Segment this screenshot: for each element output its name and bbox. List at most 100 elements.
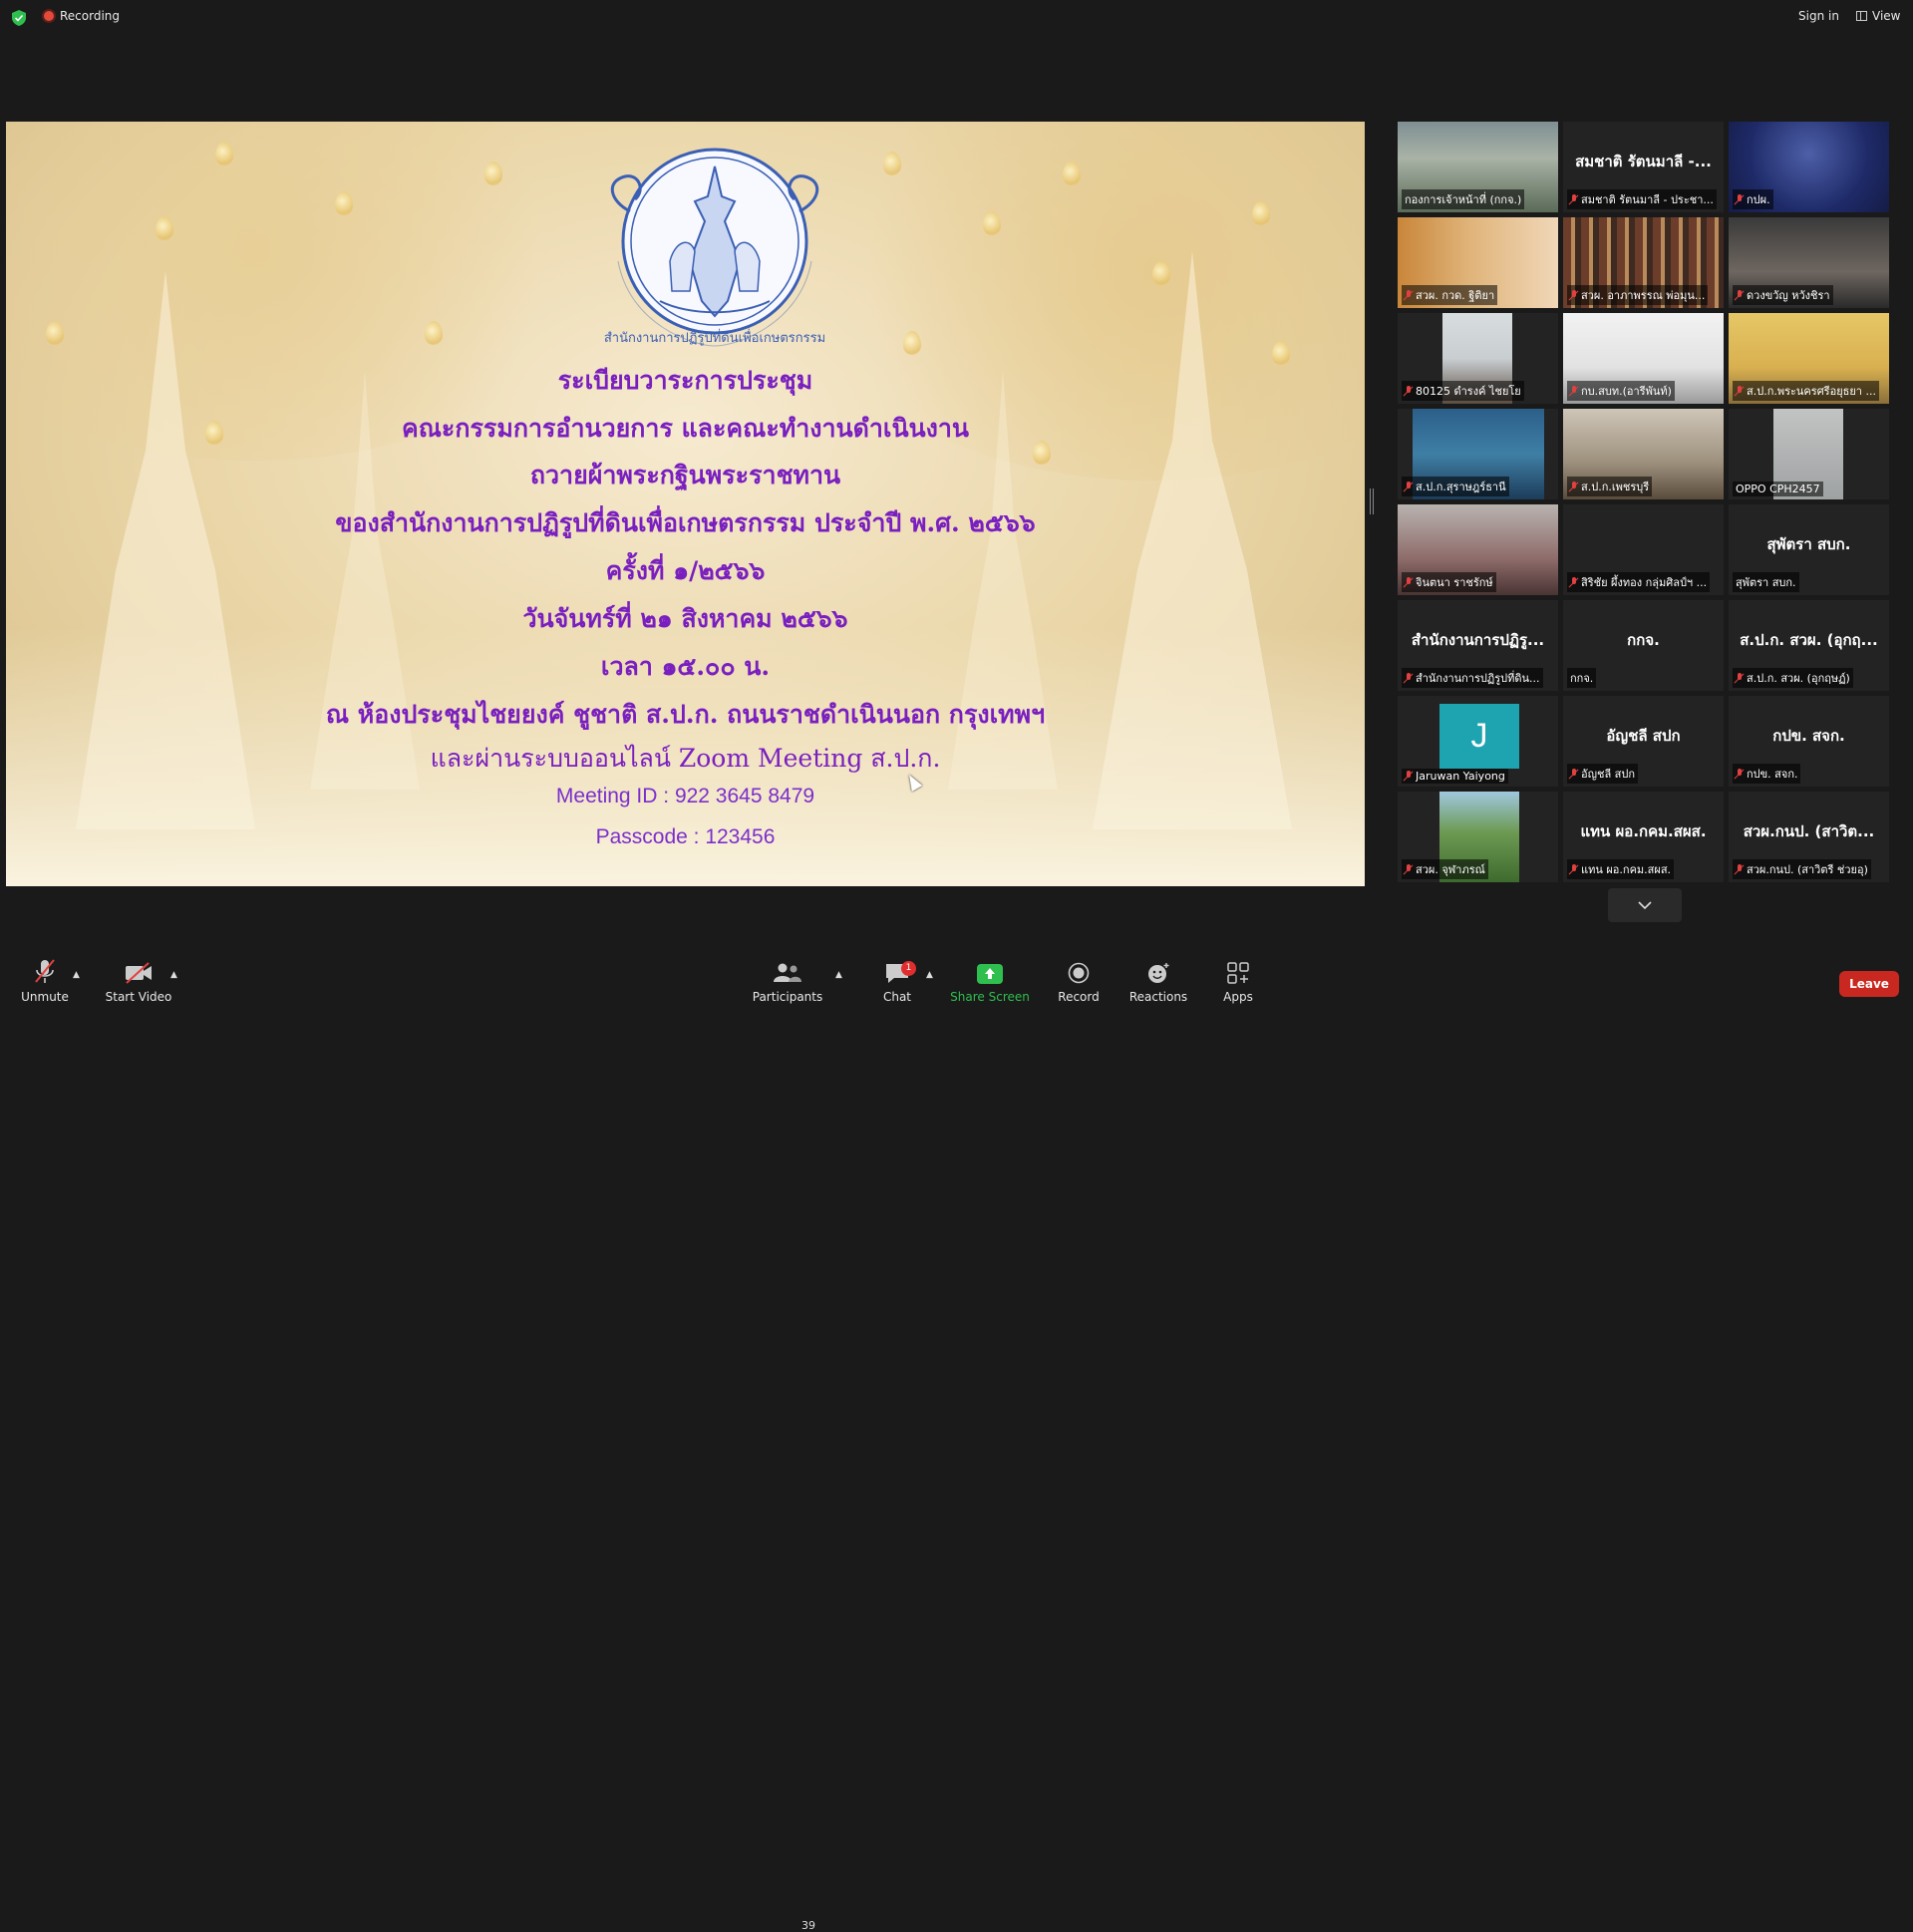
participant-tile[interactable]: แทน ผอ.กคม.สผส. แทน ผอ.กคม.สผส.	[1563, 792, 1724, 882]
audio-options-caret-icon[interactable]: ▲	[73, 970, 80, 980]
participant-name-label: กกจ.	[1567, 668, 1597, 688]
participant-name-label: ดวงขวัญ หวังชิรา	[1733, 285, 1833, 305]
meeting-toolbar: Unmute ▲ Start Video ▲ Participants 39 ▲…	[0, 952, 1913, 1932]
slide-time: เวลา ๑๕.๐๐ น.	[600, 652, 771, 681]
gold-petal-decoration	[903, 331, 921, 355]
security-shield-icon[interactable]	[12, 10, 26, 26]
participant-name: สวผ. จุฬาภรณ์	[1416, 863, 1485, 876]
participant-tile[interactable]: สำนักงานการปฏิรู... สำนักงานการปฏิรูปที่ด…	[1398, 600, 1558, 691]
slide-line: ถวายผ้าพระกฐินพระราชทาน	[529, 461, 841, 489]
start-video-button[interactable]: Start Video	[104, 952, 173, 1012]
participant-display-name: อัญชลี สปก	[1606, 727, 1681, 745]
participant-name: กองการเจ้าหน้าที่ (กกจ.)	[1405, 193, 1522, 206]
participant-name-label: กบ.สบท.(อารีพันท์)	[1567, 381, 1675, 401]
gold-petal-decoration	[335, 191, 353, 215]
participant-tile[interactable]: สวผ. อาภาพรรณ พ่อมุน...	[1563, 217, 1724, 308]
participant-name-label: สวผ. จุฬาภรณ์	[1402, 859, 1488, 879]
participant-name-label: ส.ป.ก.สุราษฎร์ธานี	[1402, 477, 1509, 496]
participant-name: กบ.สบท.(อารีพันท์)	[1581, 385, 1672, 398]
share-screen-button[interactable]: Share Screen	[950, 952, 1030, 1012]
participant-name: สำนักงานการปฏิรูปที่ดิน...	[1416, 672, 1540, 685]
slide-line: ของสำนักงานการปฏิรูปที่ดินเพื่อเกษตรกรรม…	[335, 508, 1036, 537]
record-button[interactable]: Record	[1058, 952, 1100, 1012]
participant-tile[interactable]: J Jaruwan Yaiyong	[1398, 696, 1558, 787]
participant-tile[interactable]: อัญชลี สปก อัญชลี สปก	[1563, 696, 1724, 787]
alro-seal-logo	[611, 148, 818, 347]
participant-tile[interactable]: ส.ป.ก.สุราษฎร์ธานี	[1398, 409, 1558, 499]
participant-tile[interactable]: จินตนา ราชรักษ์	[1398, 504, 1558, 595]
participant-name-label: 80125 ดำรงค์ ไชยโย	[1402, 381, 1524, 401]
recording-indicator[interactable]: Recording	[44, 9, 120, 23]
participants-label: Participants	[752, 990, 823, 1004]
gold-petal-decoration	[425, 321, 443, 345]
participant-tile[interactable]: ส.ป.ก.เพชรบุรี	[1563, 409, 1724, 499]
participant-tile[interactable]: ส.ป.ก. สวผ. (อุกฤ... ส.ป.ก. สวผ. (อุกฤษฏ์…	[1729, 600, 1889, 691]
mic-muted-icon	[1736, 193, 1744, 205]
participant-name: ส.ป.ก.สุราษฎร์ธานี	[1416, 481, 1506, 493]
participant-tile[interactable]: กบ.สบท.(อารีพันท์)	[1563, 313, 1724, 404]
participant-name: ส.ป.ก.เพชรบุรี	[1581, 481, 1650, 493]
mic-muted-icon	[1405, 289, 1413, 301]
participant-tile[interactable]: กปข. สจก. กปข. สจก.	[1729, 696, 1889, 787]
participant-display-name: สำนักงานการปฏิรู...	[1411, 631, 1545, 649]
participant-tile[interactable]: ดวงขวัญ หวังชิรา	[1729, 217, 1889, 308]
participants-options-caret-icon[interactable]: ▲	[835, 970, 842, 980]
top-bar: Recording Sign in View	[0, 0, 1913, 36]
participant-name-label: ส.ป.ก. สวผ. (อุกฤษฏ์)	[1733, 668, 1853, 688]
chevron-down-icon	[1638, 901, 1652, 909]
participant-name-label: สวผ.กนป. (สาวิตรี ช่วยอุ)	[1733, 859, 1871, 879]
participant-tile[interactable]: OPPO CPH2457	[1729, 409, 1889, 499]
participant-tile[interactable]: สิริชัย ผึ้งทอง กลุ่มศิลป์ฯ ...	[1563, 504, 1724, 595]
mic-muted-icon	[1570, 576, 1578, 588]
participant-name: 80125 ดำรงค์ ไชยโย	[1416, 385, 1521, 398]
slide-line: ครั้งที่ ๑/๒๕๖๖	[605, 556, 766, 585]
sign-in-link[interactable]: Sign in	[1798, 9, 1839, 23]
slide-line: คณะกรรมการอำนวยการ และคณะทำงานดำเนินงาน	[402, 414, 969, 443]
unmute-button[interactable]: Unmute	[20, 952, 70, 1012]
participant-name-label: สุพัตรา สบก.	[1733, 572, 1799, 592]
participant-tile[interactable]: ส.ป.ก.พระนครศรีอยุธยา ...	[1729, 313, 1889, 404]
chat-options-caret-icon[interactable]: ▲	[926, 970, 933, 980]
gold-petal-decoration	[1152, 261, 1170, 285]
participant-display-name: กกจ.	[1627, 631, 1660, 649]
record-label: Record	[1058, 990, 1100, 1004]
reactions-button[interactable]: Reactions	[1129, 952, 1187, 1012]
panel-resize-handle[interactable]	[1370, 488, 1374, 514]
participant-name-label: ส.ป.ก.เพชรบุรี	[1567, 477, 1653, 496]
participant-tile[interactable]: 80125 ดำรงค์ ไชยโย	[1398, 313, 1558, 404]
participant-name: สวผ. กวด. ฐิติยา	[1416, 289, 1495, 302]
participant-tile[interactable]: สวผ.กนป. (สาวิต... สวผ.กนป. (สาวิตรี ช่วย…	[1729, 792, 1889, 882]
video-options-caret-icon[interactable]: ▲	[170, 970, 177, 980]
view-layout-icon	[1856, 11, 1867, 21]
apps-button[interactable]: Apps	[1218, 952, 1258, 1012]
participant-name-label: สวผ. อาภาพรรณ พ่อมุน...	[1567, 285, 1709, 305]
participant-tile[interactable]: สมชาติ รัตนมาลี -... สมชาติ รัตนมาลี - ปร…	[1563, 122, 1724, 212]
apps-icon	[1227, 962, 1249, 984]
participant-tile[interactable]: สวผ. จุฬาภรณ์	[1398, 792, 1558, 882]
leave-button[interactable]: Leave	[1839, 971, 1899, 997]
participant-display-name: ส.ป.ก. สวผ. (อุกฤ...	[1740, 631, 1878, 649]
participant-name-label: จินตนา ราชรักษ์	[1402, 572, 1496, 592]
participant-tile[interactable]: กองการเจ้าหน้าที่ (กกจ.)	[1398, 122, 1558, 212]
participant-tile[interactable]: สุพัตรา สบก. สุพัตรา สบก.	[1729, 504, 1889, 595]
gold-petal-decoration	[484, 161, 502, 185]
view-button[interactable]: View	[1856, 9, 1900, 23]
participant-tile[interactable]: สวผ. กวด. ฐิติยา	[1398, 217, 1558, 308]
reactions-smiley-icon	[1148, 963, 1169, 983]
view-label: View	[1872, 9, 1901, 23]
participants-button[interactable]: Participants	[752, 952, 823, 1012]
chat-unread-badge: 1	[901, 961, 916, 976]
participant-name: สมชาติ รัตนมาลี - ประชา...	[1581, 193, 1714, 206]
apps-label: Apps	[1223, 990, 1253, 1004]
participant-tile[interactable]: กกจ. กกจ.	[1563, 600, 1724, 691]
participant-name: กกจ.	[1570, 672, 1594, 685]
recording-label: Recording	[60, 9, 121, 23]
participant-name-label: กปข. สจก.	[1733, 764, 1801, 784]
participant-display-name: กปข. สจก.	[1772, 727, 1845, 745]
participant-tile[interactable]: กปผ.	[1729, 122, 1889, 212]
mic-muted-icon	[1736, 672, 1744, 684]
mic-muted-icon	[1570, 481, 1578, 492]
participant-name-label: สำนักงานการปฏิรูปที่ดิน...	[1402, 668, 1543, 688]
participant-name: ดวงขวัญ หวังชิรา	[1747, 289, 1830, 302]
gallery-next-page-button[interactable]	[1608, 888, 1682, 922]
